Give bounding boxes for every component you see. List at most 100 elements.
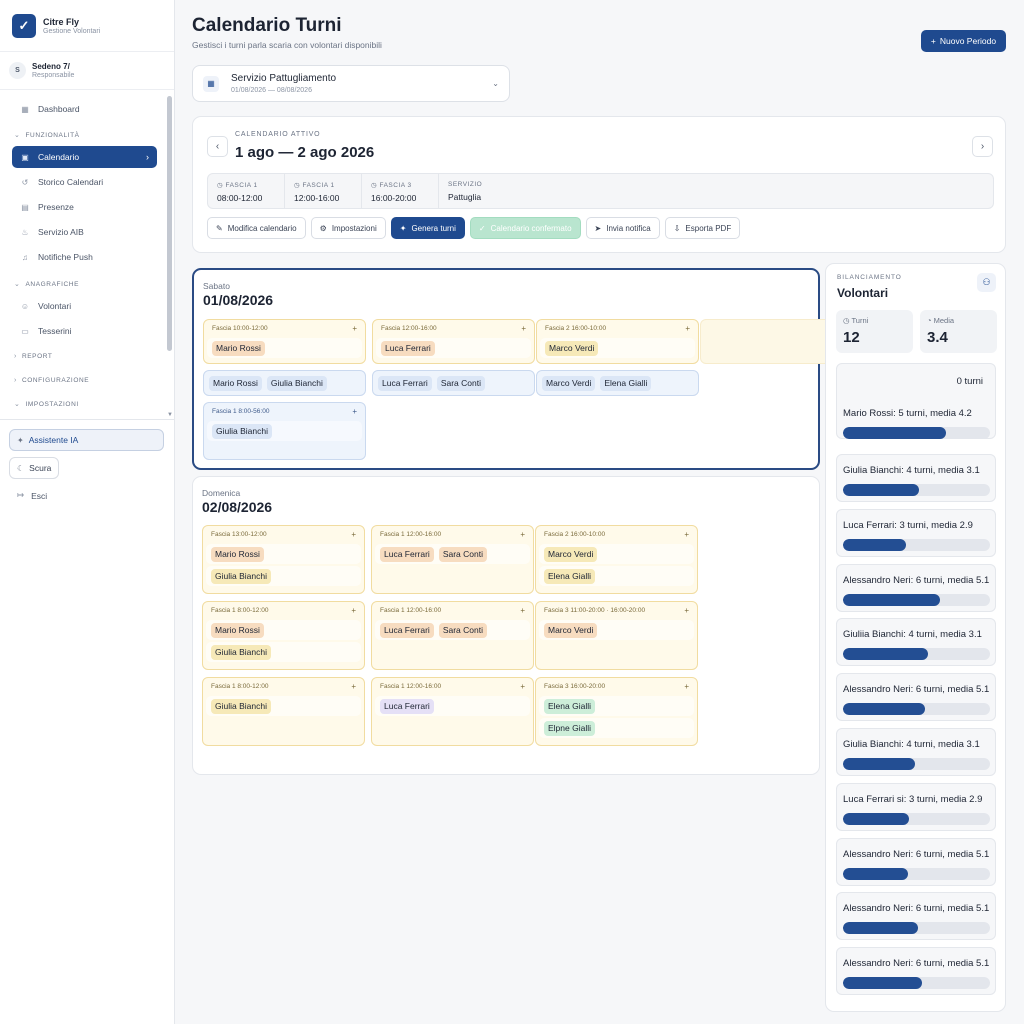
shift-slot[interactable]: Fascia 1 8:00-12:00 + Giulia Bianchi xyxy=(202,677,365,746)
add-icon[interactable]: + xyxy=(520,682,525,691)
shift-slot[interactable]: Fascia 2 16:00-10:00 + Marco Verdi xyxy=(536,319,699,364)
volunteer-chip[interactable]: Sara Conti xyxy=(436,375,485,391)
volunteer-card[interactable]: Luca Ferrari: 3 turni, media 2.9 xyxy=(836,508,996,557)
sidebar-item-servizio-aib[interactable]: ♨ Servizio AIB xyxy=(12,221,157,243)
add-icon[interactable]: + xyxy=(684,530,689,539)
volunteer-chip[interactable]: Elena Gialli xyxy=(544,698,595,714)
volunteer-chip[interactable]: Elena Gialli xyxy=(544,568,595,584)
sidebar-section-anagrafiche[interactable]: ⌄ ANAGRAFICHE xyxy=(14,280,79,289)
stat-turni: ◷ Turni 12 xyxy=(836,310,913,353)
volunteer-chip[interactable]: Luca Ferrari xyxy=(380,622,434,638)
send-notification-button[interactable]: ➤ Invia notifica xyxy=(585,217,660,239)
shift-slot[interactable]: Fascia 10:00-12:00 + Mario Rossi xyxy=(203,319,366,364)
shift-slot[interactable]: Fascia 12:00-16:00 + Luca Ferrari xyxy=(372,319,535,364)
new-period-button[interactable]: + Nuovo Periodo xyxy=(921,30,1006,52)
volunteer-chip[interactable]: Giulia Bianchi xyxy=(211,644,271,660)
volunteer-chip[interactable]: Mario Rossi xyxy=(211,546,264,562)
volunteer-card[interactable]: Luca Ferrari si: 3 turni, media 2.9 xyxy=(836,782,996,831)
sidebar-section-impostazioni[interactable]: ⌄ IMPOSTAZIONI xyxy=(14,400,79,409)
logout-link[interactable]: ↦ Esci xyxy=(17,490,47,501)
add-icon[interactable]: + xyxy=(520,606,525,615)
volunteer-chip[interactable]: Luca Ferrari xyxy=(380,546,434,562)
sidebar-item-tesserini[interactable]: ▭ Tesserini xyxy=(12,320,157,342)
shift-slot[interactable]: Fascia 1 12:00-16:00 + Luca Ferrari Sara C… xyxy=(371,525,534,594)
day-card-saturday[interactable]: Sabato 01/08/2026 Fascia 10:00-12:00 + Ma… xyxy=(192,268,863,470)
volunteer-chip[interactable]: Marco Verdi xyxy=(542,375,596,391)
volunteer-card[interactable]: Giulia Bianchi: 4 turni, media 3.1 xyxy=(836,728,996,776)
volunteer-chip[interactable]: Mario Rossi xyxy=(212,340,265,356)
volunteer-chip[interactable]: Sara Conti xyxy=(438,546,487,562)
next-period-button[interactable]: › xyxy=(972,136,993,157)
add-icon[interactable]: + xyxy=(520,530,525,539)
add-icon[interactable]: + xyxy=(684,606,689,615)
scroll-down-icon[interactable]: ▼ xyxy=(167,412,173,418)
service-select[interactable]: ▦ Servizio Pattugliamento 01/08/2026 — 0… xyxy=(192,65,510,102)
volunteer-chip[interactable]: Sara Conti xyxy=(438,622,487,638)
volunteer-chip[interactable]: Elpne Gialli xyxy=(544,720,595,736)
slot-header: Fascia 1 8:00-12:00 + xyxy=(203,602,364,618)
sidebar-item-volontari[interactable]: ☺ Volontari xyxy=(12,295,157,317)
shift-label: ◷ FASCIA 3 xyxy=(371,181,429,189)
volunteer-chip[interactable]: Giulia Bianchi xyxy=(211,568,271,584)
volunteer-card[interactable]: 0 turni Mario Rossi: 5 turni, media 4.2 xyxy=(836,363,996,439)
volunteer-chip[interactable]: Mario Rossi xyxy=(211,622,264,638)
shift-slot[interactable]: Fascia 3 11:00-20:00 · 16:00-20:00 + Marc… xyxy=(535,601,698,670)
volunteer-chip[interactable]: Giulia Bianchi xyxy=(266,375,327,391)
volunteer-card[interactable]: Alessandro Neri: 6 turni, media 5.1 xyxy=(836,892,996,941)
sidebar-section-funzionalita[interactable]: ⌄ FUNZIONALITÀ xyxy=(14,131,80,140)
day-card-sunday[interactable]: Domenica 02/08/2026 Fascia 13:00-12:00 + … xyxy=(192,476,820,775)
volunteer-chip[interactable]: Giulia Bianchi xyxy=(211,698,271,714)
shift-slot[interactable]: Fascia 1 8:00-12:00 + Mario Rossi Giulia … xyxy=(202,601,365,670)
volunteer-chip[interactable]: Mario Rossi xyxy=(209,375,262,391)
volunteer-card[interactable]: Alessandro Neri: 6 turni, media 5.1 xyxy=(836,837,996,886)
add-icon[interactable]: + xyxy=(351,606,356,615)
edit-calendar-button[interactable]: ✎ Modifica calendario xyxy=(207,217,306,239)
shift-slot[interactable]: Fascia 1 8:00-56:00 + Giulia Bianchi xyxy=(203,402,366,460)
volunteer-chip[interactable]: Luca Ferrari xyxy=(380,698,434,714)
volunteer-chip[interactable]: Giulia Bianchi xyxy=(212,423,272,439)
add-icon[interactable]: + xyxy=(352,324,357,333)
shift-slot[interactable]: Fascia 2 16:00-10:00 + Marco Verdi Elena … xyxy=(535,525,698,594)
organization-switcher[interactable]: S Sedeno 7/ Responsabile xyxy=(0,52,174,90)
add-icon[interactable]: + xyxy=(521,324,526,333)
theme-toggle-button[interactable]: ☾ Scura xyxy=(9,457,60,479)
ai-assistant-button[interactable]: ✦ Assistente IA xyxy=(9,429,164,451)
shift-slot[interactable]: Fascia 3 16:00-20:00 + Elena Gialli Elpne… xyxy=(535,677,698,746)
volunteer-card[interactable]: Alessandro Neri: 6 turni, media 5.1 xyxy=(836,947,996,996)
volunteer-chip[interactable]: Marco Verdi xyxy=(544,622,598,638)
volunteer-chip[interactable]: Marco Verdi xyxy=(544,546,598,562)
volunteer-chip[interactable]: Luca Ferrari xyxy=(378,375,432,391)
sidebar-item-dashboard[interactable]: ▦ Dashboard xyxy=(12,98,157,120)
add-icon[interactable]: + xyxy=(352,407,357,416)
add-icon[interactable]: + xyxy=(684,682,689,691)
scrollbar-thumb[interactable] xyxy=(167,96,172,351)
add-icon[interactable]: + xyxy=(351,682,356,691)
volunteer-card[interactable]: Giulia Bianchi: 4 turni, media 3.1 xyxy=(836,454,996,502)
shift-slot[interactable]: Fascia 1 12:00-16:00 + Luca Ferrari Sara C… xyxy=(371,601,534,670)
volunteer-card[interactable]: Alessandro Neri: 6 turni, media 5.1 xyxy=(836,563,996,612)
add-icon[interactable]: + xyxy=(685,324,690,333)
sidebar-section-configurazione[interactable]: › CONFIGURAZIONE xyxy=(14,377,89,384)
generate-shifts-button[interactable]: ✦ Genera turni xyxy=(390,217,465,239)
volunteer-card[interactable]: Giuliia Bianchi: 4 turni, media 3.1 xyxy=(836,618,996,667)
slot-title: Fascia 1 8:00-12:00 xyxy=(211,606,269,614)
shift-slot[interactable]: Fascia 1 12:00-16:00 + Luca Ferrari xyxy=(371,677,534,746)
calendar-confirmed-button[interactable]: ✓ Calendario confermato xyxy=(469,217,581,239)
settings-button[interactable]: ⚙ Impostazioni xyxy=(310,217,386,239)
sidebar-item-calendario[interactable]: ▣ Calendario › xyxy=(12,146,157,168)
sidebar-section-label: CONFIGURAZIONE xyxy=(21,377,90,384)
volunteer-card[interactable]: Alessandro Neri: 6 turni, media 5.1 xyxy=(836,673,996,722)
sidebar-item-storico-calendari[interactable]: ↺ Storico Calendari xyxy=(12,171,157,193)
export-pdf-button[interactable]: ⇩ Esporta PDF xyxy=(664,217,741,239)
previous-period-button[interactable]: ‹ xyxy=(207,136,228,157)
sidebar-scrollbar[interactable]: ▼ xyxy=(167,96,173,418)
sidebar-section-report[interactable]: › REPORT xyxy=(14,353,53,360)
users-icon[interactable]: ⚇ xyxy=(977,273,996,292)
shift-slot[interactable]: Fascia 13:00-12:00 + Mario Rossi Giulia B… xyxy=(202,525,365,594)
volunteer-chip[interactable]: Elena Gialli xyxy=(600,375,652,391)
sidebar-item-presenze[interactable]: ▤ Presenze xyxy=(12,196,157,218)
volunteer-chip[interactable]: Luca Ferrari xyxy=(381,340,435,356)
volunteer-chip[interactable]: Marco Verdi xyxy=(545,340,599,356)
add-icon[interactable]: + xyxy=(351,530,356,539)
sidebar-item-notifiche-push[interactable]: ♫ Notifiche Push xyxy=(12,246,157,268)
